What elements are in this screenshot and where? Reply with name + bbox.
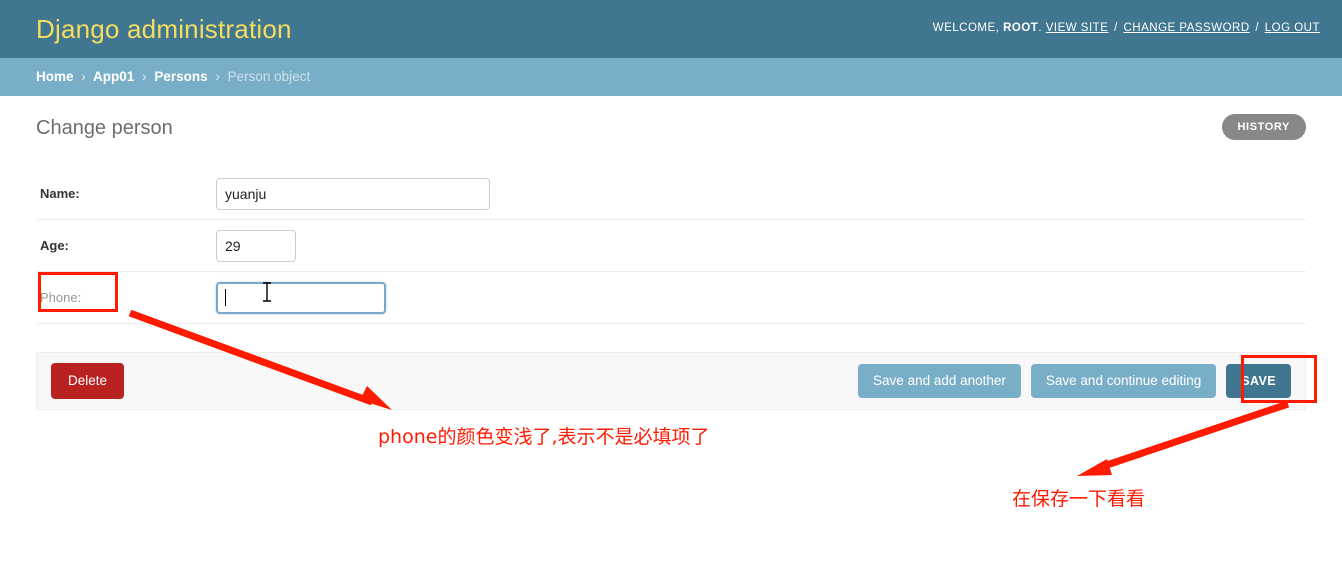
user-tools: WELCOME, ROOT. VIEW SITE / CHANGE PASSWO…	[933, 22, 1320, 34]
phone-field-label: Phone:	[40, 290, 82, 305]
name-input[interactable]	[216, 177, 490, 210]
welcome-prefix: WELCOME,	[932, 22, 1000, 34]
breadcrumb-separator-3: ›	[215, 69, 220, 84]
user-tools-separator-2: /	[1255, 22, 1260, 34]
age-input[interactable]	[216, 229, 296, 262]
user-tools-separator-1: /	[1114, 22, 1118, 34]
branding: Django administration	[0, 16, 292, 42]
view-site-link[interactable]: VIEW SITE	[1046, 22, 1109, 34]
age-field-label: Age:	[40, 238, 69, 253]
log-out-link[interactable]: LOG OUT	[1265, 22, 1320, 34]
phone-input-wrapper	[216, 281, 386, 314]
breadcrumb-separator-2: ›	[142, 69, 147, 84]
form-row-age: Age:	[36, 220, 1306, 272]
breadcrumb: Home › App01 › Persons › Person object	[0, 58, 1342, 96]
main-content: Change person HISTORY Name: Age: Phone: …	[0, 96, 1342, 410]
history-button[interactable]: HISTORY	[1221, 114, 1306, 140]
breadcrumb-separator-1: ›	[81, 69, 86, 84]
save-and-continue-editing-button[interactable]: Save and continue editing	[1030, 364, 1217, 398]
submit-row: Delete Save and add another Save and con…	[36, 352, 1306, 410]
breadcrumb-item-persons[interactable]: Persons	[154, 69, 207, 84]
username-label: ROOT	[1003, 22, 1039, 34]
site-title-link[interactable]: Django administration	[36, 14, 292, 44]
annotation-note-phone: phone的颜色变浅了,表示不是必填项了	[378, 426, 710, 448]
breadcrumb-item-app01[interactable]: App01	[93, 69, 134, 84]
submit-row-actions: Save and add another Save and continue e…	[858, 363, 1291, 399]
name-field-label: Name:	[40, 186, 80, 201]
breadcrumb-item-home[interactable]: Home	[36, 69, 74, 84]
page-header: Django administration WELCOME, ROOT. VIE…	[0, 0, 1342, 58]
content-title-row: Change person HISTORY	[36, 96, 1306, 148]
welcome-punctuation: .	[1038, 22, 1043, 34]
text-caret	[225, 288, 226, 306]
annotation-note-save: 在保存一下看看	[1012, 488, 1146, 510]
phone-input[interactable]	[216, 281, 386, 314]
breadcrumb-item-current: Person object	[227, 69, 311, 84]
annotation-arrow-save	[1077, 400, 1290, 476]
save-button[interactable]: SAVE	[1226, 363, 1291, 399]
page-title: Change person	[36, 117, 173, 139]
save-and-add-another-button[interactable]: Save and add another	[858, 364, 1021, 398]
change-person-form: Name: Age: Phone: Delete Save and add an…	[36, 166, 1306, 410]
delete-button[interactable]: Delete	[51, 363, 125, 399]
form-row-name: Name:	[36, 167, 1306, 220]
form-row-phone: Phone:	[36, 272, 1306, 324]
change-password-link[interactable]: CHANGE PASSWORD	[1123, 22, 1249, 34]
